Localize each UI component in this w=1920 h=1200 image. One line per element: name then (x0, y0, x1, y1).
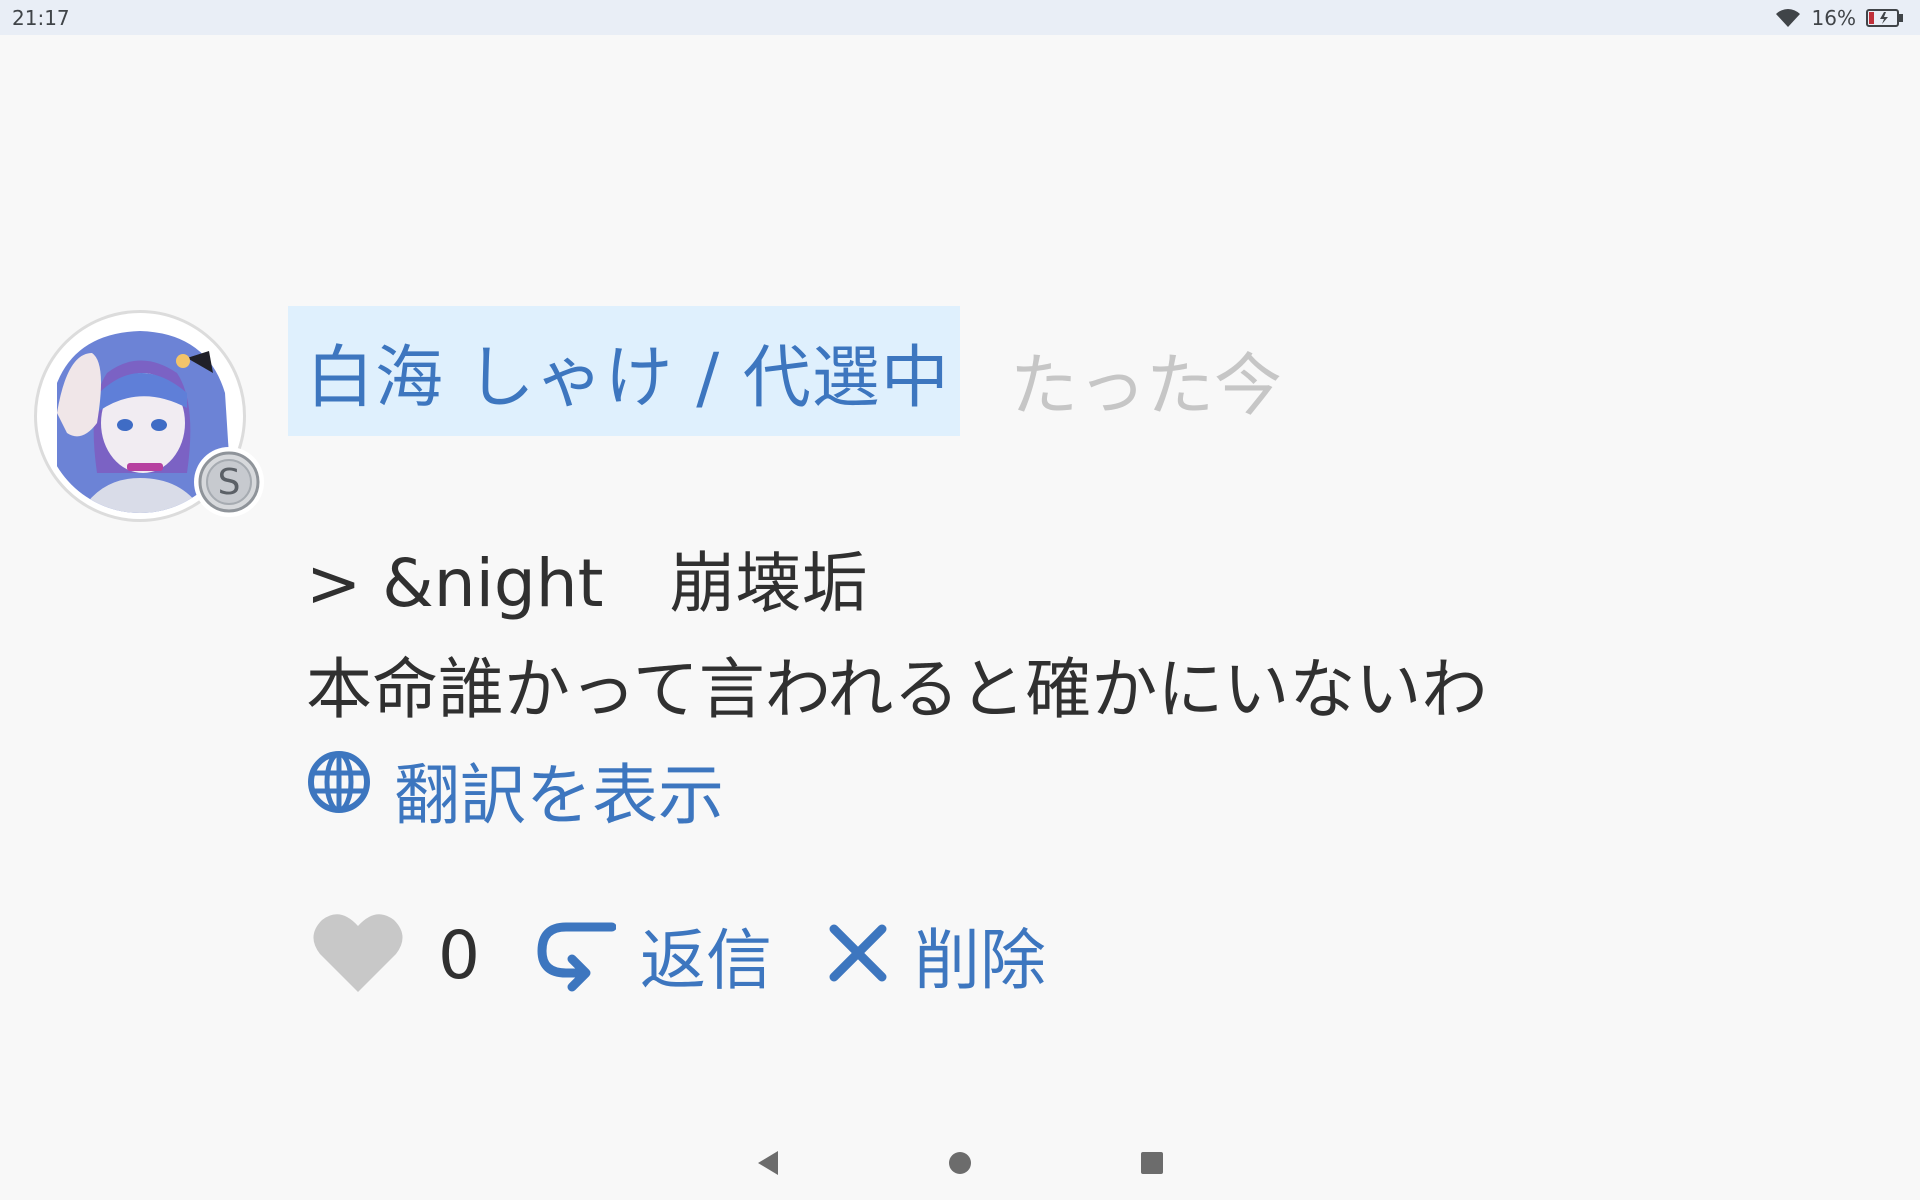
delete-label: 削除 (914, 922, 1046, 999)
like-count: 0 (438, 916, 480, 994)
reply-icon (532, 913, 617, 997)
reply-label: 返信 (640, 922, 772, 999)
home-circle-icon[interactable] (940, 1143, 980, 1183)
badge-letter: S (218, 462, 241, 503)
delete-button[interactable]: 削除 (826, 907, 1046, 1003)
like-button[interactable]: 0 (312, 912, 480, 998)
post-body-line-2: 本命誰かって言われると確かにいないわ (306, 651, 1488, 728)
post-actions: 0 返信 削除 (312, 900, 1046, 1010)
username: 白海 しゃけ / 代選中 (306, 338, 950, 418)
recents-square-icon[interactable] (1132, 1143, 1172, 1183)
show-translation-button[interactable]: 翻訳を表示 (306, 742, 724, 838)
heart-icon (312, 912, 404, 998)
post-timestamp: たった今 (1010, 347, 1283, 426)
role-badge: S (194, 447, 264, 517)
post-body-line-1: > &night 崩壊垢 (306, 545, 868, 622)
back-triangle-icon[interactable] (748, 1143, 788, 1183)
close-icon (826, 921, 890, 989)
globe-icon (306, 749, 372, 831)
reply-button[interactable]: 返信 (532, 907, 772, 1003)
navigation-bar (0, 1125, 1920, 1200)
post-card: S 白海 しゃけ / 代選中 たった今 > &night 崩壊垢 本命誰かって言… (0, 0, 1920, 1200)
username-link[interactable]: 白海 しゃけ / 代選中 (288, 306, 960, 436)
translate-label: 翻訳を表示 (394, 757, 724, 834)
